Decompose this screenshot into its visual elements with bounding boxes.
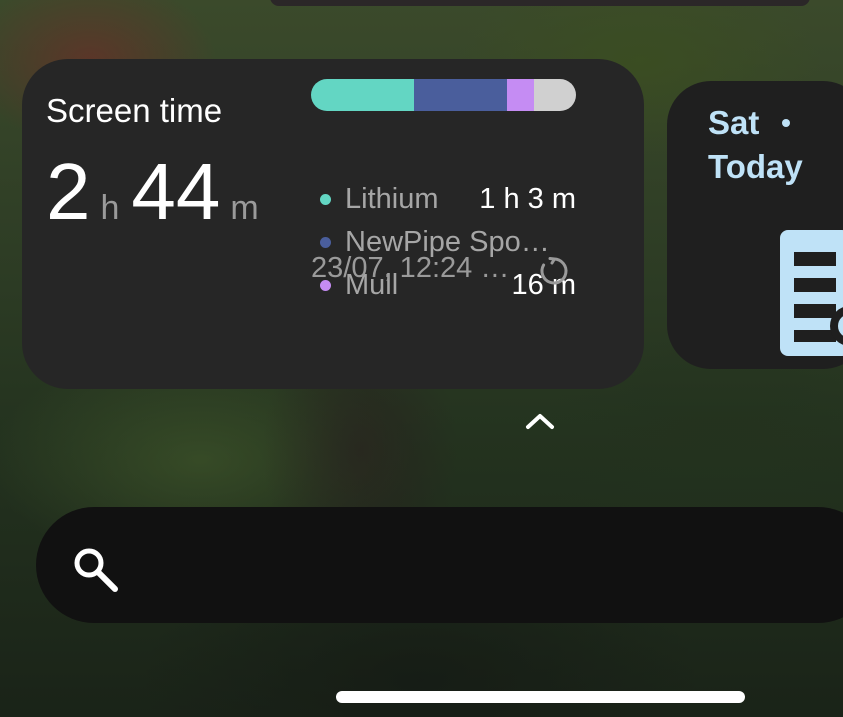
calendar-today-label: Today — [708, 148, 803, 185]
chevron-up-icon[interactable] — [523, 410, 557, 432]
usage-bar — [311, 79, 576, 111]
separator-dot — [782, 119, 790, 127]
top-widget-edge — [270, 0, 810, 6]
app-color-dot — [320, 193, 331, 205]
search-bar[interactable] — [36, 507, 843, 623]
app-name: Lithium — [345, 182, 439, 215]
search-icon[interactable] — [70, 544, 120, 594]
app-color-dot — [320, 236, 331, 248]
app-row-lithium: Lithium 1 h 3 m — [320, 179, 576, 219]
home-indicator[interactable] — [336, 691, 745, 703]
refresh-icon[interactable] — [537, 254, 571, 288]
last-updated: 23/07, 12:24 … — [311, 252, 510, 284]
calendar-day: Sat — [708, 104, 760, 141]
screen-time-title: Screen time — [46, 92, 223, 129]
total-hours: 2 — [46, 147, 91, 236]
hours-unit: h — [100, 189, 120, 227]
minutes-unit: m — [230, 189, 259, 227]
usage-bar-segment — [507, 79, 534, 111]
usage-bar-segment — [533, 79, 576, 111]
usage-bar-segment — [311, 79, 415, 111]
total-minutes: 44 — [131, 147, 221, 236]
calendar-icon — [780, 230, 843, 356]
screen-time-total: 2 h 44 m — [46, 152, 271, 232]
usage-bar-segment — [414, 79, 508, 111]
app-time: 1 h 3 m — [479, 182, 576, 215]
